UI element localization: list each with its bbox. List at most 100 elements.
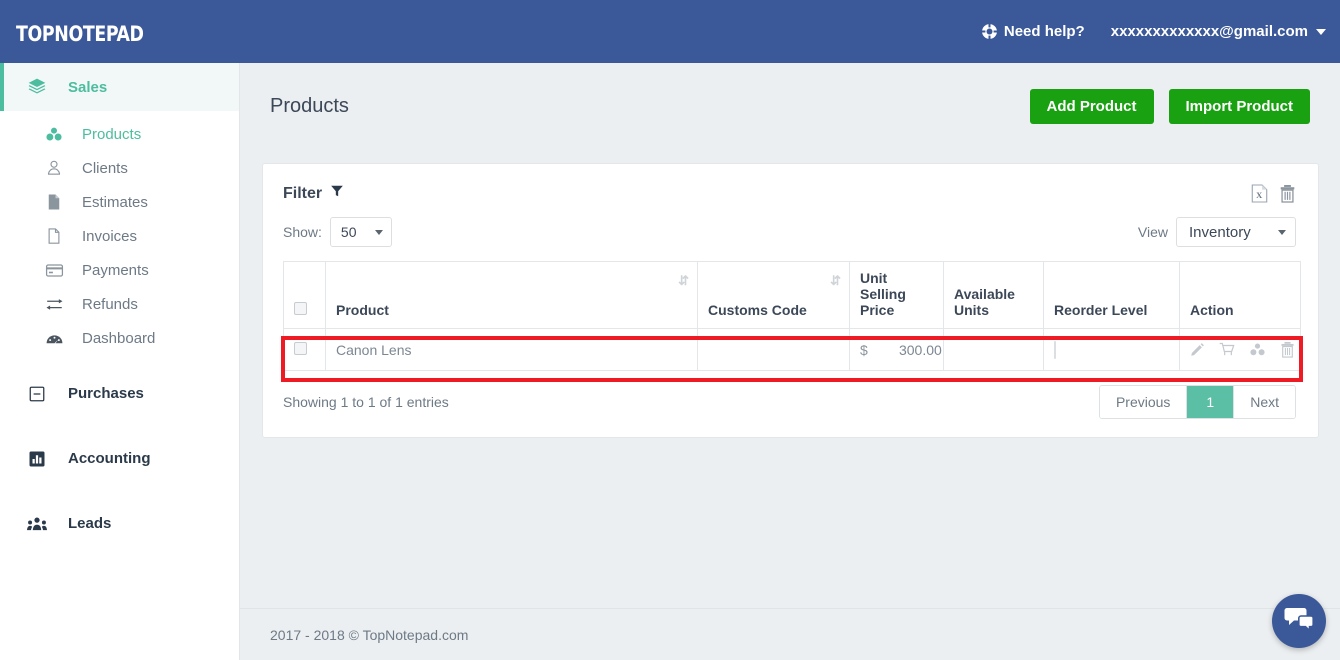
column-header-available-units: Available Units bbox=[943, 261, 1044, 329]
sort-icon: ⇵ bbox=[830, 273, 841, 288]
copyright-text: 2017 - 2018 © TopNotepad.com bbox=[270, 626, 469, 643]
sidebar-item-clients[interactable]: Clients bbox=[0, 151, 239, 185]
view-select[interactable]: Inventory bbox=[1176, 217, 1296, 247]
column-label-product: Product bbox=[336, 302, 389, 318]
currency-symbol: $ bbox=[860, 341, 868, 358]
show-entries-control: Show: 50 bbox=[283, 217, 392, 247]
pencil-icon[interactable] bbox=[1190, 342, 1205, 357]
panel-tools: X bbox=[1251, 184, 1296, 203]
import-product-button[interactable]: Import Product bbox=[1168, 89, 1310, 124]
need-help-label: Need help? bbox=[1003, 23, 1085, 40]
sidebar-group-sales[interactable]: Sales bbox=[0, 63, 239, 111]
credit-card-icon bbox=[44, 260, 64, 280]
sidebar-sales-items: Products Clients Estimates Invoices Paym… bbox=[0, 111, 239, 355]
sidebar-item-label-invoices: Invoices bbox=[82, 227, 138, 245]
pagination-previous[interactable]: Previous bbox=[1099, 386, 1187, 418]
view-label: View bbox=[1137, 224, 1168, 240]
column-header-unit-selling-price: Unit Selling Price bbox=[849, 261, 944, 329]
sidebar-group-accounting[interactable]: Accounting bbox=[0, 434, 239, 483]
column-header-product[interactable]: Product ⇵ bbox=[325, 261, 698, 329]
column-label-unit-selling-price: Unit Selling Price bbox=[860, 270, 906, 318]
column-label-action: Action bbox=[1190, 302, 1234, 318]
sidebar-item-invoices[interactable]: Invoices bbox=[0, 219, 239, 253]
cell-product: Canon Lens bbox=[325, 328, 698, 371]
view-control: View Inventory bbox=[1138, 217, 1296, 247]
user-icon bbox=[44, 158, 64, 178]
entries-summary: Showing 1 to 1 of 1 entries bbox=[283, 394, 449, 410]
lifebuoy-icon bbox=[981, 23, 998, 40]
page-action-buttons: Add Product Import Product bbox=[1029, 89, 1310, 124]
file-filled-icon bbox=[44, 192, 64, 212]
cell-actions bbox=[1179, 328, 1301, 371]
reorder-level-input[interactable] bbox=[1054, 340, 1056, 359]
app-root: TopNotepad Need help? xxxxxxxxxxxxx@gmai bbox=[0, 0, 1340, 660]
column-label-reorder-level: Reorder Level bbox=[1054, 302, 1148, 318]
svg-text:X: X bbox=[1256, 190, 1263, 200]
column-header-reorder-level: Reorder Level bbox=[1043, 261, 1180, 329]
trash-icon[interactable] bbox=[1279, 184, 1296, 203]
cell-reorder-level bbox=[1043, 328, 1180, 371]
sidebar-item-refunds[interactable]: Refunds bbox=[0, 287, 239, 321]
sidebar-group-label-purchases: Purchases bbox=[68, 385, 144, 402]
sidebar-item-dashboard[interactable]: Dashboard bbox=[0, 321, 239, 355]
pagination: Previous 1 Next bbox=[1098, 385, 1296, 419]
pagination-page-1[interactable]: 1 bbox=[1186, 386, 1235, 418]
bar-chart-icon bbox=[26, 448, 48, 470]
products-panel: Filter X Show: 50 View Inventory Product… bbox=[262, 163, 1319, 438]
chat-widget-button[interactable] bbox=[1272, 594, 1326, 648]
pagination-next[interactable]: Next bbox=[1234, 386, 1295, 418]
sidebar-item-label-dashboard: Dashboard bbox=[82, 329, 156, 347]
add-product-button[interactable]: Add Product bbox=[1029, 89, 1154, 124]
chat-bubbles-icon bbox=[1284, 605, 1314, 638]
sidebar-item-estimates[interactable]: Estimates bbox=[0, 185, 239, 219]
table-controls: Show: 50 View Inventory bbox=[263, 203, 1318, 255]
page-title: Products bbox=[270, 95, 349, 117]
filter-label: Filter bbox=[283, 184, 323, 202]
panel-toolbar: Filter X bbox=[263, 164, 1318, 203]
show-entries-select[interactable]: 50 bbox=[329, 217, 392, 247]
sidebar-group-purchases[interactable]: Purchases bbox=[0, 369, 239, 418]
cubes-icon[interactable] bbox=[1249, 342, 1266, 357]
chevron-down-icon bbox=[1278, 229, 1286, 235]
sidebar: Sales Products Clients Estimates Invoice… bbox=[0, 63, 240, 660]
need-help-button[interactable]: Need help? bbox=[981, 23, 1085, 40]
show-entries-value: 50 bbox=[340, 224, 357, 240]
app-logo[interactable]: TopNotepad bbox=[16, 14, 144, 49]
page-header: Products Add Product Import Product bbox=[240, 63, 1340, 124]
row-select-cell bbox=[283, 328, 326, 371]
tachometer-icon bbox=[44, 328, 64, 348]
user-account-menu[interactable]: xxxxxxxxxxxxx@gmail.com bbox=[1111, 23, 1326, 40]
sidebar-item-payments[interactable]: Payments bbox=[0, 253, 239, 287]
sidebar-item-products[interactable]: Products bbox=[0, 117, 239, 151]
exchange-arrows-icon bbox=[44, 294, 64, 314]
column-header-action: Action bbox=[1179, 261, 1301, 329]
select-all-checkbox[interactable] bbox=[294, 302, 307, 315]
user-email-label: xxxxxxxxxxxxx@gmail.com bbox=[1110, 23, 1308, 40]
sidebar-group-leads[interactable]: Leads bbox=[0, 499, 239, 548]
trash-icon[interactable] bbox=[1280, 341, 1295, 358]
topbar-right-group: Need help? xxxxxxxxxxxxx@gmail.com bbox=[981, 23, 1326, 40]
row-checkbox[interactable] bbox=[294, 341, 307, 355]
view-select-value: Inventory bbox=[1189, 223, 1251, 241]
filter-toggle[interactable]: Filter bbox=[283, 184, 344, 203]
cart-icon[interactable] bbox=[1219, 342, 1235, 357]
cell-unit-selling-price: $300.00 bbox=[849, 328, 944, 371]
row-action-group bbox=[1190, 341, 1294, 358]
pagination-row: Showing 1 to 1 of 1 entries Previous 1 N… bbox=[263, 371, 1318, 437]
column-header-customs-code[interactable]: Customs Code ⇵ bbox=[697, 261, 850, 329]
main-content: Products Add Product Import Product Filt… bbox=[240, 63, 1340, 608]
funnel-icon bbox=[330, 184, 344, 203]
file-excel-icon[interactable]: X bbox=[1251, 184, 1268, 203]
select-all-header bbox=[283, 261, 326, 329]
column-label-customs-code: Customs Code bbox=[708, 302, 807, 318]
sidebar-item-label-payments: Payments bbox=[82, 261, 149, 279]
chevron-down-icon bbox=[374, 229, 383, 235]
price-value: 300.00 bbox=[898, 341, 942, 358]
top-navbar: TopNotepad Need help? xxxxxxxxxxxxx@gmai bbox=[0, 0, 1340, 63]
caret-down-icon bbox=[1316, 28, 1326, 35]
users-group-icon bbox=[26, 513, 48, 535]
sidebar-group-label-sales: Sales bbox=[68, 78, 108, 96]
sort-icon: ⇵ bbox=[678, 273, 689, 288]
